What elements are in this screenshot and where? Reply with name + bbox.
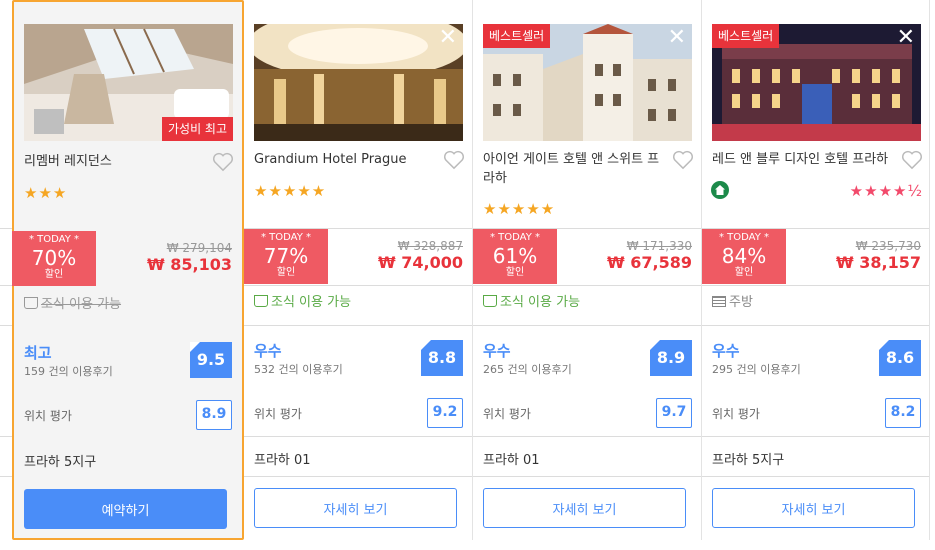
- heart-icon[interactable]: [901, 150, 923, 170]
- hotel-photo[interactable]: 베스트셀러 ✕: [712, 24, 921, 141]
- location-rating-label: 위치 평가: [254, 407, 302, 421]
- sale-price: ₩ 85,103: [147, 255, 232, 274]
- star-rating: ★★★★★: [483, 200, 556, 218]
- hotel-name[interactable]: 레드 앤 블루 디자인 호텔 프라하: [712, 150, 892, 169]
- amenity-label: 조식 이용 가능: [41, 297, 122, 312]
- original-price: ₩ 328,887: [397, 239, 463, 253]
- heart-icon[interactable]: [443, 150, 465, 170]
- deal-percent: 84%: [721, 244, 767, 268]
- hotel-card[interactable]: ✕ Grandium Hotel Prague ★★★★★ * TODAY * …: [244, 0, 473, 540]
- star-rating: ★★★: [24, 184, 68, 202]
- home-icon: [711, 181, 729, 199]
- deal-percent: 70%: [31, 246, 77, 270]
- location-score-badge: 9.2: [427, 398, 463, 428]
- deal-percent: 61%: [492, 244, 538, 268]
- deal-off-label: 할인: [505, 267, 525, 278]
- hotel-photo[interactable]: ✕: [254, 24, 463, 141]
- star-rating: ★★★★★: [254, 182, 327, 200]
- bestseller-badge: 베스트셀러: [712, 24, 780, 48]
- kitchen-icon: [712, 296, 726, 307]
- hotel-name[interactable]: 리멤버 레지던스: [24, 152, 204, 171]
- district-label: 프라하 5지구: [24, 455, 97, 470]
- bestseller-badge: 베스트셀러: [483, 24, 551, 48]
- review-score-badge: 8.6: [879, 340, 921, 376]
- original-price: ₩ 279,104: [166, 241, 232, 255]
- kitchen-amenity: 주방: [712, 294, 753, 312]
- amenity-label: 조식 이용 가능: [271, 295, 352, 310]
- deal-today-label: * TODAY *: [718, 232, 770, 243]
- close-icon[interactable]: ✕: [897, 26, 915, 50]
- location-score-badge: 9.7: [656, 398, 692, 428]
- star-rating: ★★★★½: [849, 182, 923, 200]
- today-deal-badge: * TODAY * 61% 할인: [473, 229, 557, 284]
- district-label: 프라하 5지구: [712, 453, 785, 468]
- value-badge: 가성비 최고: [161, 117, 233, 141]
- review-grade: 우수: [254, 342, 282, 360]
- district-label: 프라하 01: [483, 453, 540, 468]
- deal-off-label: 할인: [44, 269, 64, 280]
- review-score-badge: 9.5: [190, 342, 232, 378]
- breakfast-amenity: 조식 이용 가능: [24, 296, 121, 314]
- review-count[interactable]: 532 건의 이용후기: [254, 361, 343, 377]
- breakfast-cup-icon: [24, 297, 38, 309]
- hotel-card[interactable]: 베스트셀러 ✕ 레드 앤 블루 디자인 호텔 프라하 ★★★★½ * TODAY…: [702, 0, 931, 540]
- breakfast-cup-icon: [483, 295, 497, 307]
- review-score-badge: 8.8: [421, 340, 463, 376]
- district-label: 프라하 01: [254, 453, 311, 468]
- close-icon[interactable]: ✕: [668, 26, 686, 50]
- view-details-button[interactable]: 자세히 보기: [254, 488, 457, 528]
- hotel-name[interactable]: 아이언 게이트 호텔 앤 스위트 프라하: [483, 150, 663, 188]
- deal-today-label: * TODAY *: [489, 232, 541, 243]
- review-score-badge: 8.9: [650, 340, 692, 376]
- heart-icon[interactable]: [672, 150, 694, 170]
- location-rating-label: 위치 평가: [712, 407, 760, 421]
- today-deal-badge: * TODAY * 77% 할인: [244, 229, 328, 284]
- hotel-photo[interactable]: 베스트셀러 ✕: [483, 24, 692, 141]
- amenity-label: 주방: [729, 295, 753, 310]
- review-grade: 최고: [24, 344, 52, 362]
- sale-price: ₩ 74,000: [378, 253, 463, 272]
- sale-price: ₩ 38,157: [836, 253, 921, 272]
- deal-off-label: 할인: [276, 267, 296, 278]
- view-details-button[interactable]: 자세히 보기: [712, 488, 915, 528]
- review-grade: 우수: [483, 342, 511, 360]
- hotel-card[interactable]: 베스트셀러 ✕ 아이언 게이트 호텔 앤 스위트 프라하 ★★★★★ * TOD…: [473, 0, 702, 540]
- deal-percent: 77%: [263, 244, 309, 268]
- deal-today-label: * TODAY *: [260, 232, 312, 243]
- heart-icon[interactable]: [212, 152, 234, 172]
- breakfast-amenity: 조식 이용 가능: [254, 294, 351, 312]
- review-grade: 우수: [712, 342, 740, 360]
- breakfast-cup-icon: [254, 295, 268, 307]
- today-deal-badge: * TODAY * 70% 할인: [12, 231, 96, 286]
- hotel-name[interactable]: Grandium Hotel Prague: [254, 150, 434, 169]
- location-rating-label: 위치 평가: [24, 409, 72, 423]
- hotel-card-featured[interactable]: 가성비 최고 리멤버 레지던스 ★★★ * TODAY * 70% 할인 ₩ 2…: [12, 0, 244, 540]
- original-price: ₩ 235,730: [855, 239, 921, 253]
- today-deal-badge: * TODAY * 84% 할인: [702, 229, 786, 284]
- hotel-photo[interactable]: 가성비 최고: [24, 24, 233, 141]
- location-rating-label: 위치 평가: [483, 407, 531, 421]
- original-price: ₩ 171,330: [626, 239, 692, 253]
- review-count[interactable]: 265 건의 이용후기: [483, 361, 572, 377]
- review-count[interactable]: 159 건의 이용후기: [24, 363, 113, 379]
- breakfast-amenity: 조식 이용 가능: [483, 294, 580, 312]
- location-score-badge: 8.2: [885, 398, 921, 428]
- deal-off-label: 할인: [734, 267, 754, 278]
- sale-price: ₩ 67,589: [607, 253, 692, 272]
- view-details-button[interactable]: 자세히 보기: [483, 488, 686, 528]
- book-button[interactable]: 예약하기: [24, 489, 227, 529]
- location-score-badge: 8.9: [196, 400, 232, 430]
- deal-today-label: * TODAY *: [28, 234, 80, 245]
- close-icon[interactable]: ✕: [439, 26, 457, 50]
- review-count[interactable]: 295 건의 이용후기: [712, 361, 801, 377]
- amenity-label: 조식 이용 가능: [500, 295, 581, 310]
